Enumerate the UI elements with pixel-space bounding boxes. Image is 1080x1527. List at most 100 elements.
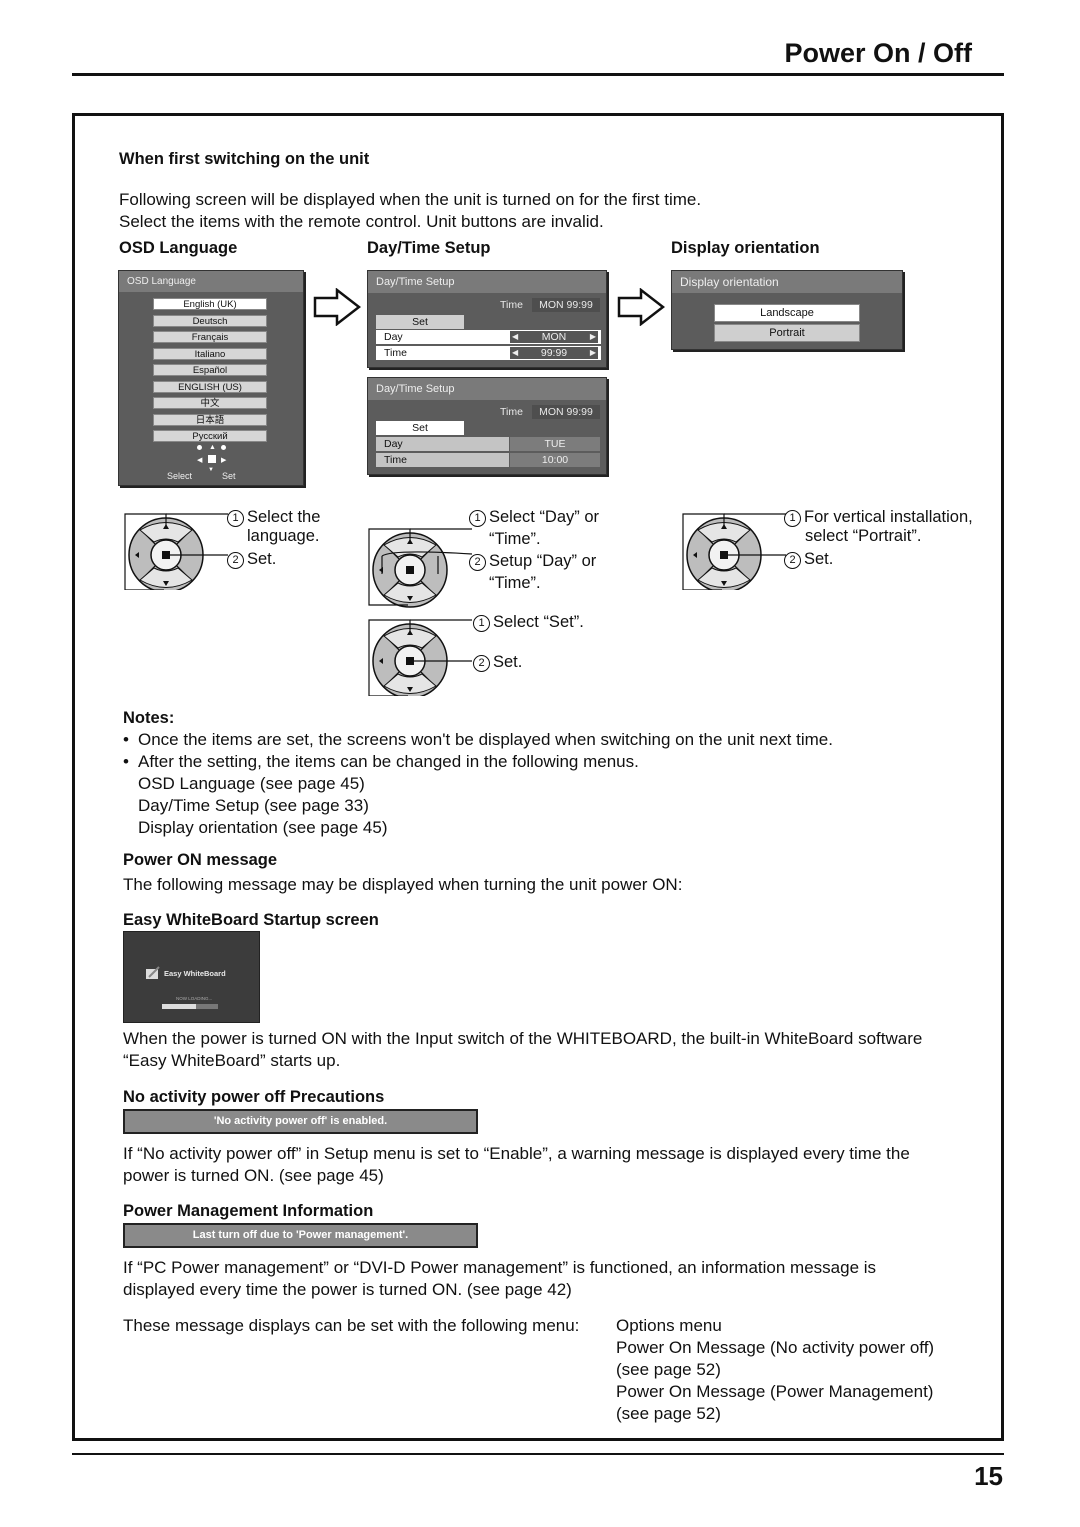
power-mgmt-text-2: displayed every time the power is turned… [123, 1280, 572, 1299]
right-arrow-icon [617, 288, 665, 326]
loading-bar-fill [162, 1004, 196, 1009]
dot-icon [197, 445, 202, 450]
remote-pad-icon [368, 528, 472, 608]
day-value[interactable]: ◀ MON ▶ [510, 331, 598, 343]
orientation-step-2: 2 Set. [784, 549, 833, 569]
day-time-panel-1: Day/Time Setup Time MON 99:99 Set Day ◀ M… [367, 270, 607, 368]
up-triangle-icon: ▲ [209, 444, 216, 451]
time-value[interactable]: ◀ 99:99 ▶ [510, 347, 598, 359]
current-time-value: MON 99:99 [532, 405, 600, 419]
language-option[interactable]: 日本語 [153, 413, 267, 426]
no-activity-heading: No activity power off Precautions [123, 1088, 385, 1106]
daytime-step-2b: “Time”. [489, 574, 541, 592]
power-on-message-text: The following message may be displayed w… [123, 875, 683, 894]
osd-language-panel: OSD Language English (UK) Deutsch Français… [118, 270, 304, 486]
loading-bar [162, 1004, 218, 1009]
note-bullet-1: • Once the items are set, the screens won… [123, 730, 833, 749]
whiteboard-pen-icon [146, 966, 160, 979]
orientation-heading: Display orientation [671, 239, 820, 257]
language-option[interactable]: Español [153, 364, 267, 376]
power-mgmt-message-bar: Last turn off due to 'Power management'. [123, 1223, 478, 1248]
language-option[interactable]: Français [153, 331, 267, 343]
right-arrow-icon [313, 288, 361, 326]
set-square-icon [162, 551, 170, 559]
left-arrow-icon: ◀ [512, 332, 519, 341]
day-value: TUE [510, 437, 600, 451]
language-option[interactable]: Deutsch [153, 314, 267, 327]
power-on-message-heading: Power ON message [123, 851, 278, 869]
day-time-panel-2: Day/Time Setup Time MON 99:99 Set Day TU… [367, 377, 607, 475]
hint-select: Select [167, 471, 193, 481]
intro-line-1: Following screen will be displayed when … [119, 190, 702, 209]
day-time-heading: Day/Time Setup [367, 239, 491, 257]
no-activity-message-bar: 'No activity power off' is enabled. [123, 1109, 478, 1134]
menu-line-1: Options menu [616, 1316, 722, 1335]
portrait-option[interactable]: Portrait [714, 324, 860, 342]
day-label[interactable]: Day [376, 437, 509, 451]
time-label: Time [384, 347, 407, 359]
whiteboard-heading: Easy WhiteBoard Startup screen [123, 911, 379, 929]
language-option[interactable]: Italiano [153, 347, 267, 360]
left-arrow-icon: ◀ [512, 348, 519, 357]
menu-settings-lead: These message displays can be set with t… [123, 1316, 580, 1335]
orientation-step-1b: select “Portrait”. [805, 527, 922, 545]
current-time-label: Time [500, 299, 523, 311]
time-value: 10:00 [510, 453, 600, 467]
menu-line-4: Power On Message (Power Management) [616, 1382, 934, 1401]
landscape-option[interactable]: Landscape [714, 304, 860, 322]
hint-set: Set [222, 471, 236, 481]
day-time-panel-title: Day/Time Setup [368, 271, 606, 293]
splash-status: NOW LOADING... [176, 996, 213, 1001]
set-square-icon [720, 551, 728, 559]
no-activity-text-2: power is turned ON. (see page 45) [123, 1166, 384, 1185]
language-option[interactable]: Русский [153, 430, 267, 442]
menu-line-3: (see page 52) [616, 1360, 721, 1379]
remote-pad-icon [368, 619, 472, 696]
orientation-panel-title: Display orientation [672, 271, 902, 293]
note-bullet-2: • After the setting, the items can be cha… [123, 752, 639, 771]
left-triangle-icon: ◀ [197, 457, 203, 464]
osd-step-2: 2 Set. [227, 549, 276, 569]
osd-language-panel-title: OSD Language [119, 271, 303, 292]
set-square-icon [406, 566, 414, 574]
power-mgmt-text-1: If “PC Power management” or “DVI-D Power… [123, 1258, 877, 1277]
whiteboard-text-2: “Easy WhiteBoard” starts up. [123, 1051, 341, 1070]
remote-pad-icon [682, 513, 786, 590]
language-option[interactable]: ENGLISH (US) [153, 380, 267, 393]
day-time-panel-title: Day/Time Setup [368, 378, 606, 400]
orientation-panel: Display orientation Landscape Portrait [671, 270, 903, 350]
section-heading-first-switch: When first switching on the unit [119, 150, 370, 168]
time-label[interactable]: Time [376, 453, 509, 467]
notes-heading: Notes: [123, 709, 175, 727]
menu-line-5: (see page 52) [616, 1404, 721, 1423]
power-mgmt-heading: Power Management Information [123, 1202, 374, 1220]
footer-divider [72, 1453, 1004, 1455]
set-step-1: 1 Select “Set”. [473, 612, 584, 632]
note-ref-orientation: Display orientation (see page 45) [138, 818, 388, 837]
set-button[interactable]: Set [376, 315, 464, 329]
right-triangle-icon: ▶ [221, 457, 227, 464]
right-arrow-icon: ▶ [589, 348, 596, 357]
current-time-label: Time [500, 406, 523, 418]
osd-step-1b: language. [247, 527, 320, 545]
language-option[interactable]: 中文 [153, 397, 267, 409]
note-ref-daytime: Day/Time Setup (see page 33) [138, 796, 369, 815]
daytime-step-1: 1 Select “Day” or [469, 507, 599, 527]
set-square-icon [406, 657, 414, 665]
daytime-step-2: 2 Setup “Day” or [469, 551, 596, 571]
dot-icon [221, 445, 226, 450]
page-title: Power On / Off [784, 38, 972, 68]
remote-pad-icon [124, 513, 228, 590]
right-arrow-icon: ▶ [589, 332, 596, 341]
down-triangle-icon: ▼ [208, 467, 214, 473]
osd-step-1: 1 Select the [227, 507, 320, 527]
orientation-step-1: 1 For vertical installation, [784, 507, 973, 527]
language-option[interactable]: English (UK) [153, 298, 267, 310]
set-button[interactable]: Set [376, 421, 464, 435]
current-time-value: MON 99:99 [532, 298, 600, 312]
whiteboard-splash-screen: Easy WhiteBoard NOW LOADING... [123, 931, 260, 1023]
daytime-step-1b: “Time”. [489, 530, 541, 548]
splash-title: Easy WhiteBoard [164, 969, 226, 978]
title-divider [72, 73, 1004, 76]
whiteboard-text-1: When the power is turned ON with the Inp… [123, 1029, 923, 1048]
